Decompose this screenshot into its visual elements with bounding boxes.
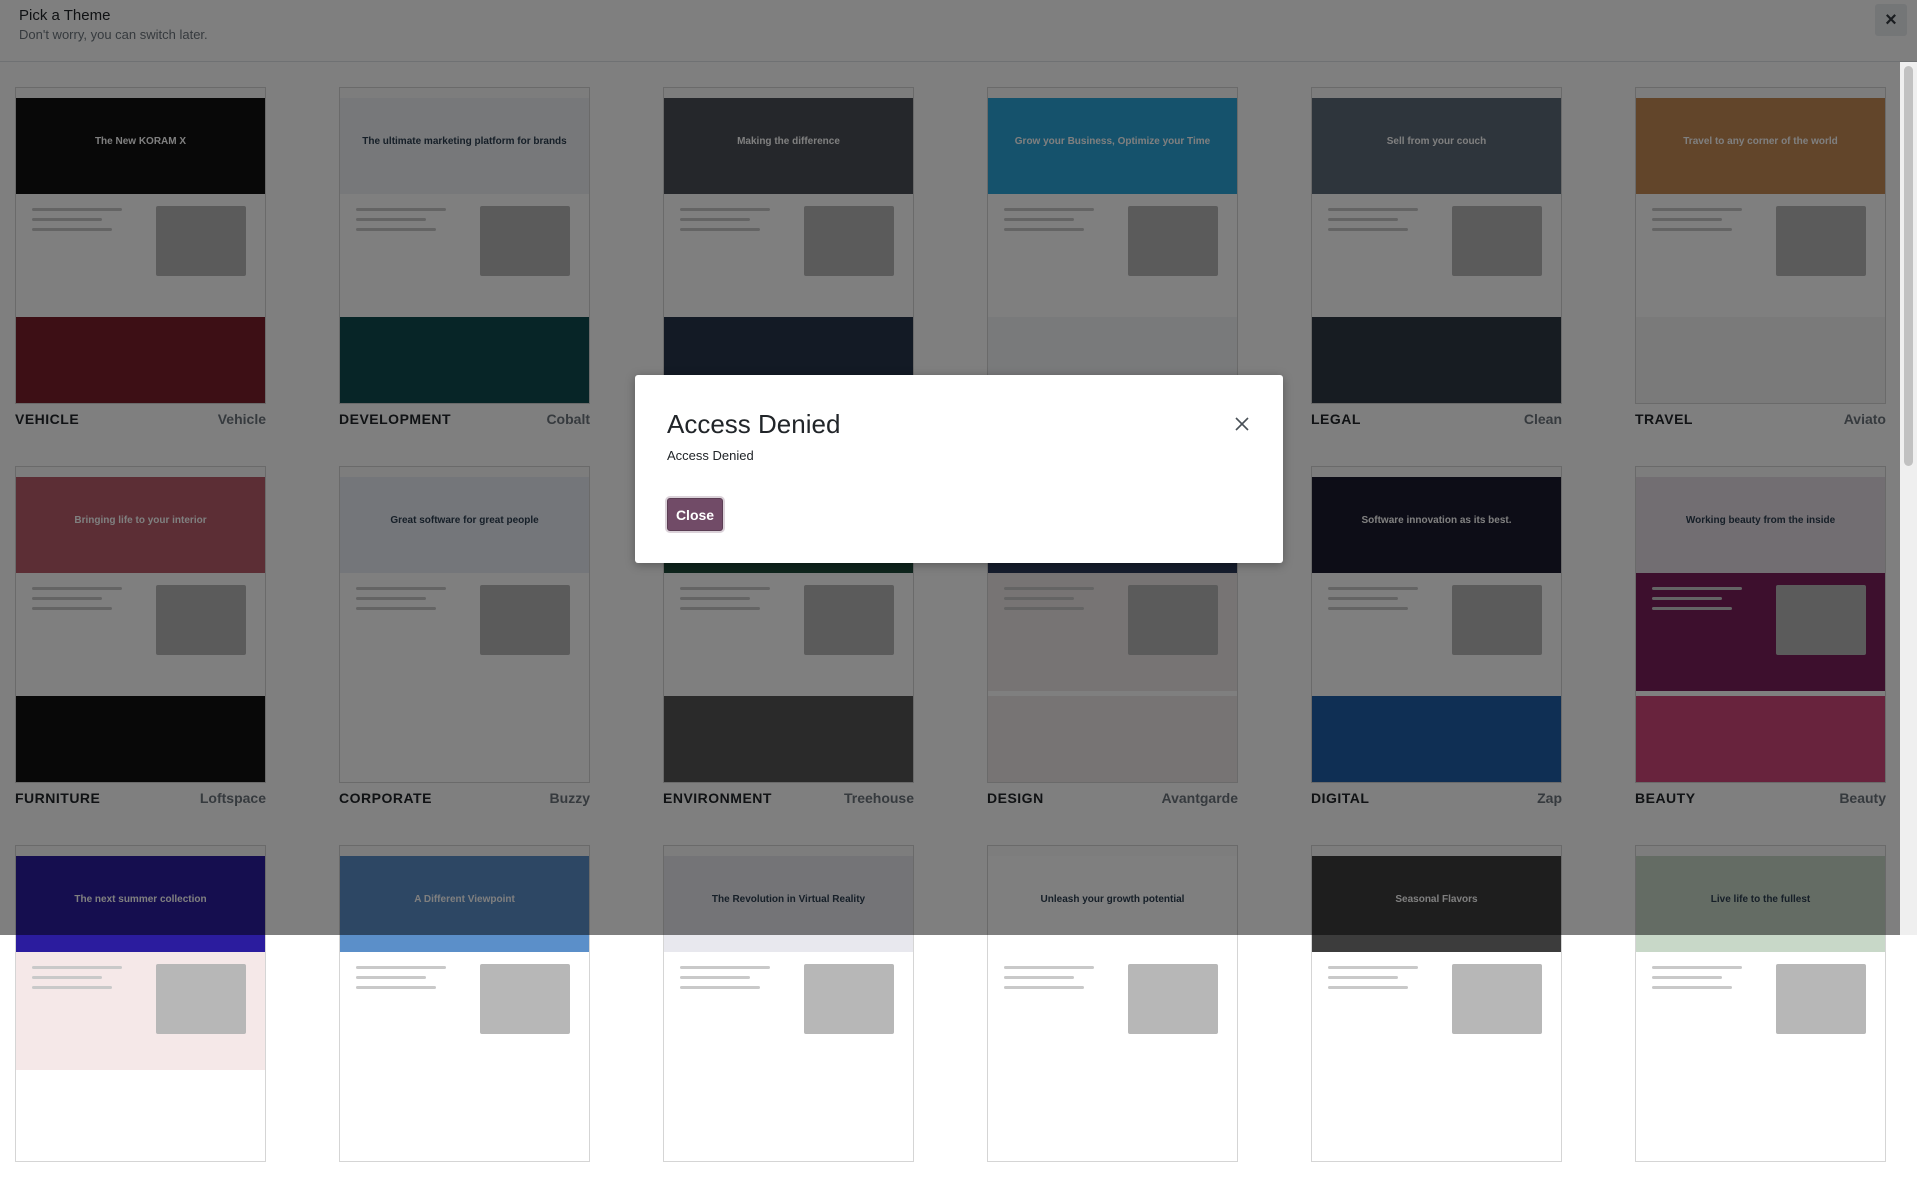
- preview-footer: [16, 1075, 265, 1161]
- preview-image: [1128, 964, 1218, 1034]
- preview-text-line: [356, 986, 436, 989]
- preview-text-line: [356, 976, 426, 979]
- preview-text-line: [1004, 976, 1074, 979]
- preview-footer: [340, 1075, 589, 1161]
- preview-text-line: [32, 986, 112, 989]
- preview-text-line: [1652, 966, 1742, 969]
- preview-text-line: [1328, 966, 1418, 969]
- preview-content: [1312, 952, 1561, 1070]
- preview-content: [340, 952, 589, 1070]
- dialog-message: Access Denied: [667, 448, 754, 463]
- preview-image: [804, 964, 894, 1034]
- access-denied-dialog: Access Denied Access Denied Close: [635, 375, 1283, 563]
- preview-text-line: [1328, 986, 1408, 989]
- preview-content: [664, 952, 913, 1070]
- dialog-title: Access Denied: [667, 409, 841, 439]
- close-button[interactable]: Close: [667, 498, 723, 531]
- preview-content: [16, 952, 265, 1070]
- preview-footer: [988, 1075, 1237, 1161]
- preview-text-line: [1328, 976, 1398, 979]
- preview-text-line: [1652, 976, 1722, 979]
- close-icon[interactable]: [1231, 413, 1253, 435]
- scrollbar-thumb[interactable]: [1904, 66, 1913, 466]
- preview-text-line: [356, 966, 446, 969]
- preview-footer: [1636, 1075, 1885, 1161]
- preview-text-line: [32, 976, 102, 979]
- preview-text-line: [680, 986, 760, 989]
- preview-footer: [1312, 1075, 1561, 1161]
- preview-text-line: [1004, 986, 1084, 989]
- preview-content: [1636, 952, 1885, 1070]
- preview-image: [480, 964, 570, 1034]
- preview-image: [1776, 964, 1866, 1034]
- preview-content: [988, 952, 1237, 1070]
- preview-image: [1452, 964, 1542, 1034]
- preview-text-line: [680, 976, 750, 979]
- preview-text-line: [1652, 986, 1732, 989]
- preview-footer: [664, 1075, 913, 1161]
- preview-image: [156, 964, 246, 1034]
- preview-text-line: [680, 966, 770, 969]
- preview-text-line: [32, 966, 122, 969]
- scrollbar[interactable]: [1900, 62, 1917, 935]
- preview-text-line: [1004, 966, 1094, 969]
